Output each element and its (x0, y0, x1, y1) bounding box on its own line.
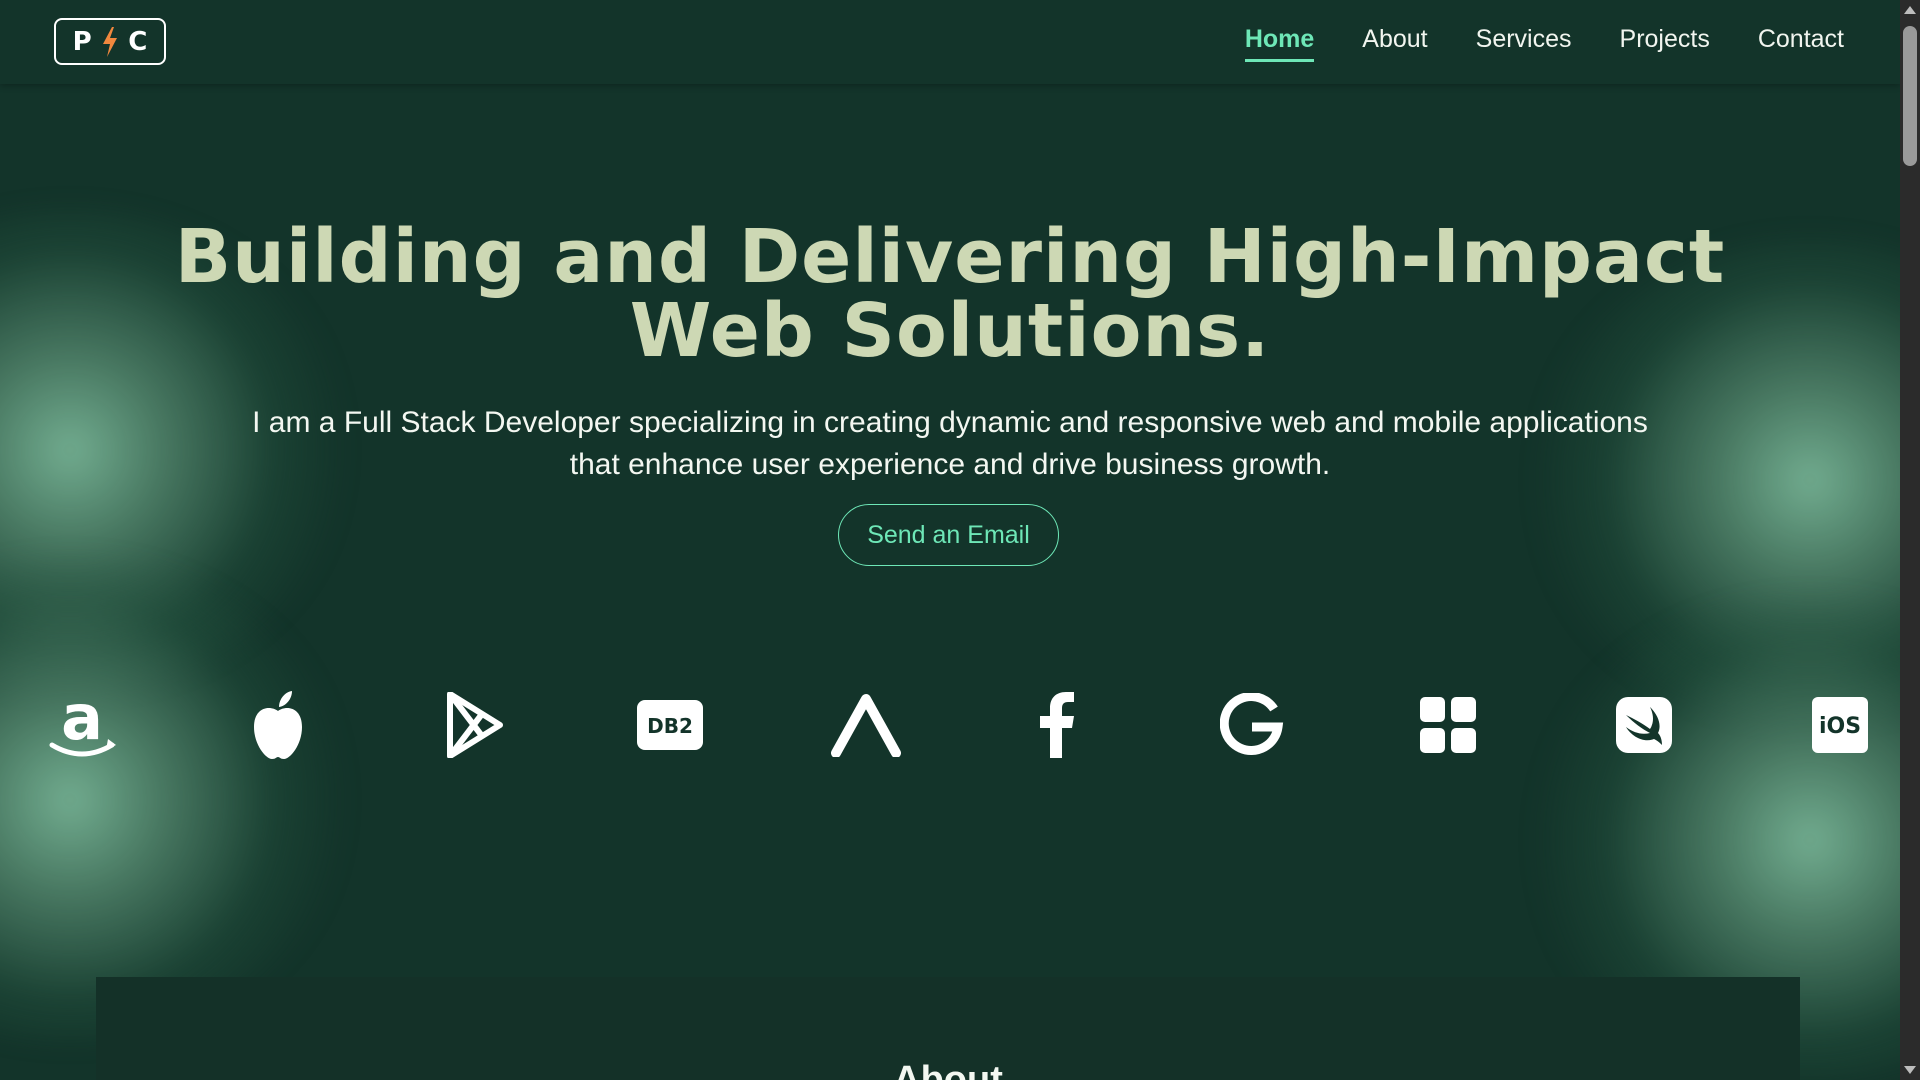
vertical-scrollbar[interactable] (1900, 0, 1920, 1080)
windows-grid-icon (1408, 680, 1488, 770)
site-logo[interactable]: P C (54, 18, 166, 65)
scroll-up-arrow-icon[interactable] (1904, 6, 1916, 14)
hero-title-line-1: Building and Delivering High-Impact (174, 213, 1726, 300)
amazon-icon: a (42, 680, 122, 770)
site-header: P C Home About Services Projects Contact (0, 0, 1900, 84)
google-icon (1212, 680, 1292, 770)
ios-label: iOS (1819, 714, 1861, 739)
hero-subtitle: I am a Full Stack Developer specializing… (252, 406, 1648, 481)
brand-logo-strip: a DB2 iOS (0, 680, 1900, 770)
main-nav: Home About Services Projects Contact (1244, 0, 1844, 84)
nav-projects[interactable]: Projects (1620, 25, 1710, 60)
glow-left-bottom (0, 560, 350, 1040)
logo-letter-left: P (72, 26, 92, 57)
db2-label: DB2 (647, 714, 693, 738)
nav-services[interactable]: Services (1476, 25, 1572, 60)
hero-title: Building and Delivering High-Impact Web … (0, 220, 1900, 368)
nav-about[interactable]: About (1362, 25, 1427, 60)
hero-title-line-2: Web Solutions. (629, 287, 1271, 374)
scroll-down-arrow-icon[interactable] (1904, 1066, 1916, 1074)
logo-letter-right: C (128, 26, 148, 57)
facebook-icon (1016, 680, 1096, 770)
page: P C Home About Services Projects Contact… (0, 0, 1900, 1080)
apple-icon (238, 680, 318, 770)
scrollbar-thumb[interactable] (1903, 26, 1917, 166)
about-title: About (893, 1058, 1003, 1080)
lightning-bolt-icon (102, 26, 117, 57)
ios-icon: iOS (1800, 680, 1880, 770)
about-section: About (96, 977, 1800, 1080)
svg-text:a: a (61, 687, 103, 754)
send-email-button[interactable]: Send an Email (838, 504, 1059, 566)
google-play-icon (434, 680, 514, 770)
swift-icon (1604, 680, 1684, 770)
nav-contact[interactable]: Contact (1758, 25, 1844, 60)
db2-icon: DB2 (630, 680, 710, 770)
nav-home[interactable]: Home (1244, 25, 1315, 62)
arch-icon (826, 680, 906, 770)
